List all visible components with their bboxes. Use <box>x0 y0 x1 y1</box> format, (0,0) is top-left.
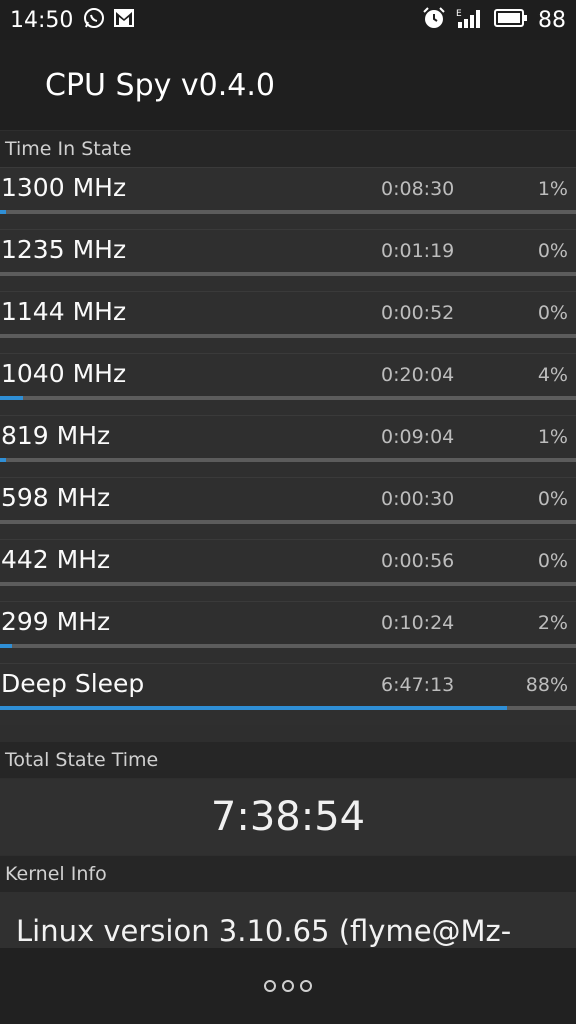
state-percent: 88% <box>525 674 568 696</box>
state-percent: 0% <box>537 550 568 572</box>
bottom-bar <box>0 948 576 1024</box>
state-progress-bar <box>0 644 576 648</box>
alarm-icon <box>422 6 446 34</box>
kernel-info-text: Linux version 3.10.65 (flyme@Mz- <box>16 914 512 948</box>
notification-icons <box>83 7 135 33</box>
status-time: 14:50 <box>10 7 74 33</box>
state-row: 1235 MHz 0:01:19 0% <box>0 229 576 291</box>
state-frequency: 598 MHz <box>1 483 111 512</box>
kernel-info-box: Linux version 3.10.65 (flyme@Mz- <box>0 892 576 948</box>
state-duration: 0:01:19 <box>381 240 455 262</box>
section-title: Kernel Info <box>5 863 107 885</box>
whatsapp-icon <box>83 7 105 33</box>
state-percent: 0% <box>537 488 568 510</box>
row-divider <box>0 539 576 540</box>
state-duration: 0:09:04 <box>381 426 455 448</box>
total-state-time-value: 7:38:54 <box>210 794 366 840</box>
state-row: 598 MHz 0:00:30 0% <box>0 477 576 539</box>
state-percent: 0% <box>537 240 568 262</box>
action-bar: CPU Spy v0.4.0 <box>0 40 576 130</box>
state-progress-fill <box>0 644 12 648</box>
state-progress-bar <box>0 582 576 586</box>
state-percent: 1% <box>537 426 568 448</box>
gmail-icon <box>113 8 135 32</box>
state-progress-fill <box>0 396 24 400</box>
state-progress-bar <box>0 272 576 276</box>
state-row: 1144 MHz 0:00:52 0% <box>0 291 576 353</box>
state-percent: 0% <box>537 302 568 324</box>
state-progress-fill <box>0 706 507 710</box>
system-icons: E 88 <box>422 6 566 34</box>
overflow-menu-icon[interactable] <box>264 980 312 992</box>
row-divider <box>0 415 576 416</box>
section-title: Total State Time <box>5 749 159 771</box>
row-divider <box>0 477 576 478</box>
state-progress-fill <box>0 210 6 214</box>
state-progress-bar <box>0 706 576 710</box>
state-duration: 0:20:04 <box>381 364 455 386</box>
state-progress-bar <box>0 520 576 524</box>
state-frequency: 1235 MHz <box>1 235 127 264</box>
state-row: 1040 MHz 0:20:04 4% <box>0 353 576 415</box>
section-title: Time In State <box>5 138 132 160</box>
state-frequency: 819 MHz <box>1 421 111 450</box>
state-percent: 2% <box>537 612 568 634</box>
row-divider <box>0 353 576 354</box>
state-row: Deep Sleep 6:47:13 88% <box>0 663 576 725</box>
section-header-time-in-state: Time In State <box>0 131 576 167</box>
state-frequency: 299 MHz <box>1 607 111 636</box>
battery-percent: 88 <box>538 7 566 33</box>
section-header-total-state-time: Total State Time <box>0 742 576 778</box>
state-duration: 0:08:30 <box>381 178 455 200</box>
state-duration: 6:47:13 <box>381 674 455 696</box>
row-divider <box>0 663 576 664</box>
state-progress-fill <box>0 458 6 462</box>
state-percent: 1% <box>537 178 568 200</box>
state-frequency: 1300 MHz <box>1 173 127 202</box>
state-frequency: 1040 MHz <box>1 359 127 388</box>
state-progress-bar <box>0 334 576 338</box>
state-duration: 0:00:56 <box>381 550 455 572</box>
state-frequency: 1144 MHz <box>1 297 127 326</box>
state-duration: 0:10:24 <box>381 612 455 634</box>
app-title: CPU Spy v0.4.0 <box>45 67 275 103</box>
row-divider <box>0 291 576 292</box>
state-row: 1300 MHz 0:08:30 1% <box>0 167 576 229</box>
row-divider <box>0 601 576 602</box>
state-progress-bar <box>0 458 576 462</box>
status-bar: 14:50 E 88 <box>0 0 576 40</box>
state-frequency: Deep Sleep <box>1 669 145 698</box>
state-row: 819 MHz 0:09:04 1% <box>0 415 576 477</box>
state-row: 299 MHz 0:10:24 2% <box>0 601 576 663</box>
signal-e-icon: E <box>456 7 484 33</box>
state-row: 442 MHz 0:00:56 0% <box>0 539 576 601</box>
state-frequency: 442 MHz <box>1 545 111 574</box>
battery-icon <box>494 9 528 31</box>
state-duration: 0:00:52 <box>381 302 455 324</box>
total-state-time-box: 7:38:54 <box>0 779 576 855</box>
svg-text:E: E <box>456 9 462 19</box>
state-percent: 4% <box>537 364 568 386</box>
state-duration: 0:00:30 <box>381 488 455 510</box>
row-divider <box>0 229 576 230</box>
section-header-kernel-info: Kernel Info <box>0 856 576 892</box>
state-progress-bar <box>0 396 576 400</box>
row-divider <box>0 167 576 168</box>
state-progress-bar <box>0 210 576 214</box>
